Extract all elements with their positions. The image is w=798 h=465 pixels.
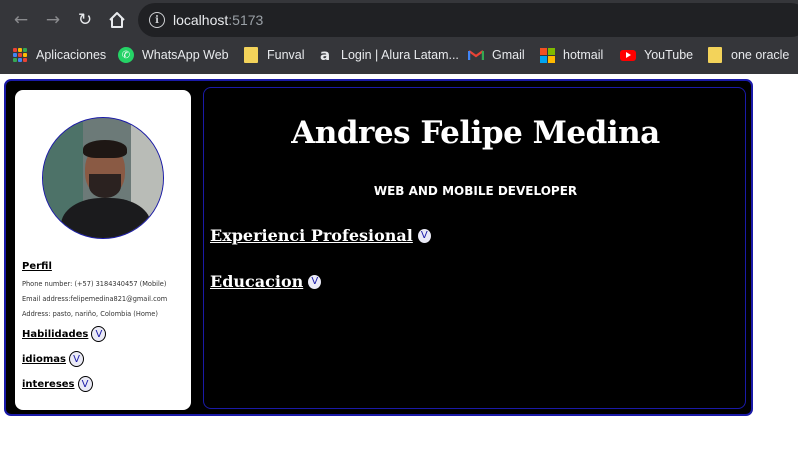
section-label: Experienci Profesional — [210, 226, 413, 245]
profile-heading: Perfil — [22, 261, 52, 272]
bookmarks-bar: Aplicaciones ✆ WhatsApp Web Funval a Log… — [0, 40, 798, 70]
expand-toggle-button[interactable]: V — [69, 351, 85, 367]
section-experiencia[interactable]: Experienci Profesional V — [210, 226, 432, 245]
address-bar[interactable]: i localhost:5173 — [138, 3, 798, 37]
forward-arrow-icon[interactable]: → — [41, 8, 65, 32]
folder-icon — [707, 47, 723, 63]
section-habilidades[interactable]: Habilidades V — [22, 326, 107, 342]
section-label: intereses — [22, 378, 75, 390]
gmail-icon — [468, 47, 484, 63]
expand-toggle-button[interactable]: V — [91, 326, 107, 342]
bookmark-whatsapp[interactable]: ✆ WhatsApp Web — [118, 45, 229, 65]
section-label: Educacion — [210, 272, 304, 291]
bookmark-aplicaciones[interactable]: Aplicaciones — [12, 45, 106, 65]
section-educacion[interactable]: Educacion V — [210, 272, 323, 291]
section-intereses[interactable]: intereses V — [22, 376, 93, 392]
youtube-icon — [620, 47, 636, 63]
microsoft-icon — [539, 47, 555, 63]
expand-toggle-button[interactable]: V — [77, 376, 93, 392]
alura-icon: a — [319, 46, 331, 64]
back-arrow-icon[interactable]: ← — [9, 8, 33, 32]
role-subtitle: WEB AND MOBILE DEVELOPER — [373, 184, 578, 198]
site-info-icon[interactable]: i — [149, 12, 165, 28]
email-text: Email address:felipemedina821@gmail.com — [22, 295, 168, 303]
bookmark-one-oracle[interactable]: one oracle — [707, 45, 789, 65]
bookmark-funval[interactable]: Funval — [243, 45, 305, 65]
avatar — [42, 117, 164, 239]
section-label: idiomas — [22, 353, 67, 365]
browser-chrome: ← → ↻ i localhost:5173 Aplicaciones ✆ Wh… — [0, 0, 798, 74]
folder-icon — [243, 47, 259, 63]
whatsapp-icon: ✆ — [118, 47, 134, 63]
cv-container: Perfil Phone number: (+57) 3184340457 (M… — [4, 79, 753, 416]
expand-toggle-button[interactable]: V — [416, 227, 432, 244]
page-viewport: Perfil Phone number: (+57) 3184340457 (M… — [0, 74, 798, 465]
browser-toolbar: ← → ↻ i localhost:5173 — [0, 0, 798, 40]
page-title: Andres Felipe Medina — [291, 115, 660, 151]
bookmark-youtube[interactable]: YouTube — [620, 45, 693, 65]
reload-icon[interactable]: ↻ — [73, 8, 97, 32]
section-label: Habilidades — [22, 328, 89, 340]
address-url: localhost:5173 — [173, 12, 264, 28]
main-panel: Andres Felipe Medina WEB AND MOBILE DEVE… — [203, 87, 746, 409]
home-icon[interactable] — [105, 8, 129, 32]
bookmark-hotmail[interactable]: hotmail — [539, 45, 603, 65]
phone-text: Phone number: (+57) 3184340457 (Mobile) — [22, 280, 167, 288]
apps-grid-icon — [12, 47, 28, 63]
expand-toggle-button[interactable]: V — [307, 273, 323, 290]
address-text: Address: pasto, nariño, Colombia (Home) — [22, 310, 158, 318]
profile-sidebar: Perfil Phone number: (+57) 3184340457 (M… — [15, 90, 191, 410]
bookmark-alura[interactable]: a Login | Alura Latam... — [317, 45, 459, 65]
section-idiomas[interactable]: idiomas V — [22, 351, 85, 367]
bookmark-gmail[interactable]: Gmail — [468, 45, 525, 65]
